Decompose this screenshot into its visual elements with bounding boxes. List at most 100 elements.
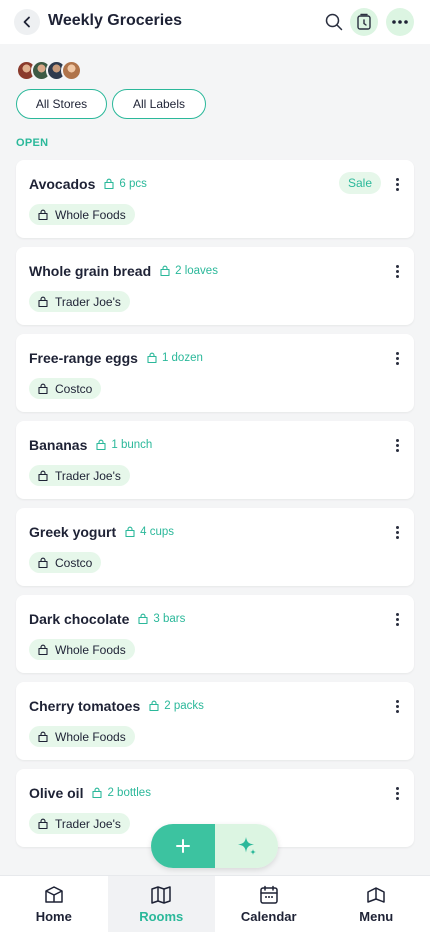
item-quantity: 1 dozen (146, 352, 203, 364)
bag-icon (38, 731, 48, 742)
kebab-icon (395, 438, 399, 452)
ai-assist-button[interactable] (215, 824, 278, 868)
list-item[interactable]: Bananas 1 bunch Trader Joe's (16, 421, 414, 499)
bag-icon (38, 644, 48, 655)
bag-icon (147, 352, 157, 364)
list-item[interactable]: Avocados 6 pcs Whole Foods Sale (16, 160, 414, 238)
bag-icon (38, 818, 48, 829)
kebab-icon (395, 612, 399, 626)
store-tag-text: Trader Joe's (55, 468, 121, 483)
bag-icon (92, 787, 103, 799)
timer-button[interactable] (350, 8, 378, 36)
item-name-text: Bananas (29, 437, 88, 453)
store-tag-text: Costco (55, 555, 93, 570)
store-tag-text: Trader Joe's (55, 294, 121, 309)
store-tag[interactable]: Whole Foods (29, 639, 135, 660)
bag-icon (38, 209, 48, 220)
item-options-button[interactable] (390, 436, 404, 454)
item-name-text: Whole grain bread (29, 263, 152, 279)
bag-icon (96, 439, 106, 451)
chevron-left-icon (23, 16, 30, 28)
item-quantity: 2 bottles (91, 787, 151, 799)
nav-label: Calendar (240, 909, 297, 924)
item-name-text: Cherry tomatoes (29, 698, 141, 714)
menu-icon (367, 887, 385, 903)
store-tag[interactable]: Whole Foods (29, 726, 135, 747)
nav-menu[interactable]: Menu (323, 876, 430, 932)
item-name: Free-range eggs 1 dozen (29, 350, 203, 366)
item-quantity: 4 cups (124, 526, 174, 538)
bag-icon (149, 700, 159, 712)
item-quantity: 3 bars (137, 613, 185, 625)
sale-badge: Sale (338, 172, 381, 194)
nav-label: Rooms (139, 909, 184, 924)
timer-icon (357, 13, 371, 30)
store-tag-text: Whole Foods (55, 729, 126, 744)
item-options-button[interactable] (390, 523, 404, 541)
list-item[interactable]: Greek yogurt 4 cups Costco (16, 508, 414, 586)
list-item[interactable]: Whole grain bread 2 loaves Trader Joe's (16, 247, 414, 325)
home-icon (45, 886, 63, 903)
store-tag[interactable]: Costco (29, 552, 102, 573)
kebab-icon (395, 699, 399, 713)
item-quantity-text: 3 bars (153, 613, 186, 625)
item-name-text: Avocados (29, 176, 96, 192)
filter-bar: All Stores All Labels (16, 89, 206, 119)
item-name: Avocados 6 pcs (29, 176, 147, 192)
bottom-navigation: Home Rooms Calendar Menu (0, 875, 430, 932)
item-name: Dark chocolate 3 bars (29, 611, 185, 627)
nav-rooms[interactable]: Rooms (107, 876, 215, 932)
item-name: Cherry tomatoes 2 packs (29, 698, 204, 714)
rooms-icon (151, 886, 171, 904)
page-title: Weekly Groceries (48, 12, 183, 29)
item-options-button[interactable] (390, 175, 404, 193)
sparkle-icon (237, 837, 256, 855)
item-quantity-text: 2 bottles (107, 787, 151, 799)
item-quantity: 2 loaves (159, 265, 218, 277)
search-icon[interactable] (324, 12, 344, 32)
item-options-button[interactable] (390, 784, 404, 802)
bag-icon (125, 526, 135, 538)
item-options-button[interactable] (390, 697, 404, 715)
item-name: Bananas 1 bunch (29, 437, 152, 453)
calendar-icon (260, 885, 278, 904)
item-quantity: 1 bunch (95, 439, 152, 451)
item-options-button[interactable] (390, 349, 404, 367)
item-name-text: Free-range eggs (29, 350, 138, 366)
store-tag[interactable]: Whole Foods (29, 204, 135, 225)
floating-actions (151, 824, 278, 868)
bag-icon (104, 178, 114, 190)
app-header: Weekly Groceries (0, 0, 430, 44)
item-name-text: Olive oil (29, 785, 84, 801)
item-quantity-text: 2 loaves (175, 265, 218, 277)
all-labels-filter[interactable]: All Labels (112, 89, 206, 119)
more-options-button[interactable] (386, 8, 414, 36)
item-options-button[interactable] (390, 610, 404, 628)
item-quantity-text: 1 bunch (111, 439, 153, 451)
kebab-icon (395, 264, 399, 278)
bag-icon (38, 470, 48, 481)
list-item[interactable]: Cherry tomatoes 2 packs Whole Foods (16, 682, 414, 760)
store-tag[interactable]: Costco (29, 378, 102, 399)
nav-home[interactable]: Home (0, 876, 108, 932)
bag-icon (138, 613, 148, 625)
back-button[interactable] (14, 9, 40, 35)
kebab-icon (395, 351, 399, 365)
store-tag[interactable]: Trader Joe's (29, 291, 130, 312)
item-name: Olive oil 2 bottles (29, 785, 151, 801)
store-tag[interactable]: Trader Joe's (29, 813, 130, 834)
item-options-button[interactable] (390, 262, 404, 280)
store-tag[interactable]: Trader Joe's (29, 465, 130, 486)
item-quantity-text: 1 dozen (161, 352, 203, 364)
list-item[interactable]: Dark chocolate 3 bars Whole Foods (16, 595, 414, 673)
store-tag-text: Whole Foods (55, 207, 126, 222)
add-item-button[interactable] (151, 824, 215, 868)
kebab-icon (395, 525, 399, 539)
all-stores-filter[interactable]: All Stores (16, 89, 107, 119)
nav-calendar[interactable]: Calendar (215, 876, 323, 932)
nav-label: Home (35, 909, 72, 924)
bag-icon (38, 296, 48, 307)
list-item[interactable]: Free-range eggs 1 dozen Costco (16, 334, 414, 412)
item-quantity-text: 4 cups (140, 526, 175, 538)
bag-icon (38, 383, 48, 394)
